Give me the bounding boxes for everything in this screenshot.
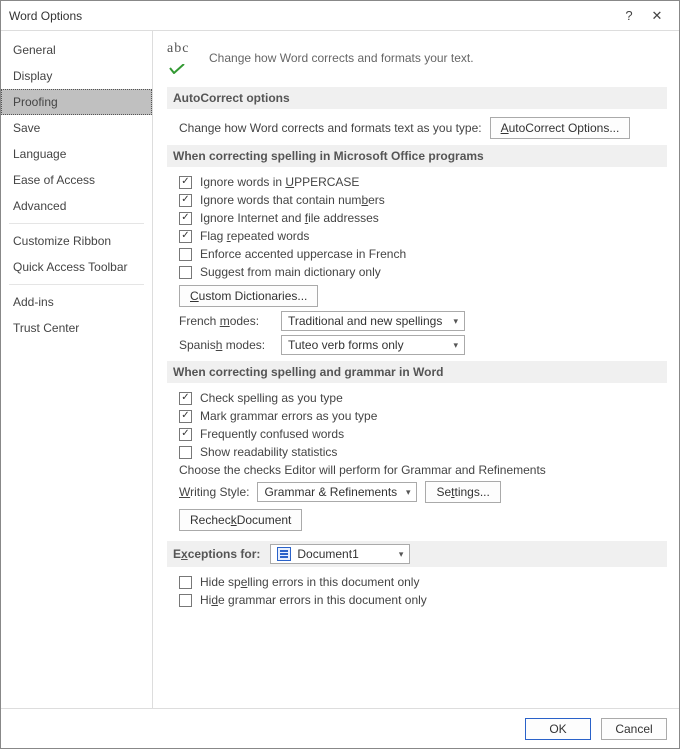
checkmark-icon xyxy=(169,63,185,73)
sidebar-item-customize-ribbon[interactable]: Customize Ribbon xyxy=(1,228,152,254)
office-opt-4-label[interactable]: Enforce accented uppercase in French xyxy=(200,247,406,261)
chevron-down-icon: ▾ xyxy=(406,487,411,498)
office-opt-1-row: Ignore words that contain numbers xyxy=(179,193,667,207)
exceptions-dropdown[interactable]: Document1 ▾ xyxy=(270,544,410,564)
exception-opt-1-label[interactable]: Hide grammar errors in this document onl… xyxy=(200,593,427,607)
spanish-modes-dropdown[interactable]: Tuteo verb forms only ▾ xyxy=(281,335,465,355)
office-opt-1-label[interactable]: Ignore words that contain numbers xyxy=(200,193,385,207)
chevron-down-icon: ▾ xyxy=(453,340,458,351)
content-pane: abc Change how Word corrects and formats… xyxy=(153,31,679,709)
sidebar-item-general[interactable]: General xyxy=(1,37,152,63)
chevron-down-icon: ▾ xyxy=(453,316,458,327)
intro-row: abc Change how Word corrects and formats… xyxy=(167,43,667,73)
word-opt-3-row: Show readability statistics xyxy=(179,445,667,459)
exception-opt-0-label[interactable]: Hide spelling errors in this document on… xyxy=(200,575,419,589)
ok-button[interactable]: OK xyxy=(525,718,591,740)
word-opt-1-checkbox[interactable] xyxy=(179,410,192,423)
sidebar-item-save[interactable]: Save xyxy=(1,115,152,141)
abc-text: abc xyxy=(167,41,189,57)
section-spelling-office: When correcting spelling in Microsoft Of… xyxy=(167,145,667,167)
intro-text: Change how Word corrects and formats you… xyxy=(209,51,474,65)
french-modes-label: French modes: xyxy=(179,314,273,328)
settings-button[interactable]: Settings... xyxy=(425,481,500,503)
office-opt-0-checkbox[interactable] xyxy=(179,176,192,189)
spanish-modes-label: Spanish modes: xyxy=(179,338,273,352)
office-opt-3-row: Flag repeated words xyxy=(179,229,667,243)
sidebar-item-trust-center[interactable]: Trust Center xyxy=(1,315,152,341)
section-autocorrect: AutoCorrect options xyxy=(167,87,667,109)
sidebar-item-proofing[interactable]: Proofing xyxy=(1,89,152,115)
sidebar-item-display[interactable]: Display xyxy=(1,63,152,89)
autocorrect-options-button[interactable]: AutoCorrect Options... xyxy=(490,117,631,139)
autocorrect-label: Change how Word corrects and formats tex… xyxy=(179,121,482,135)
exception-opt-0-checkbox[interactable] xyxy=(179,576,192,589)
word-opt-3-label[interactable]: Show readability statistics xyxy=(200,445,337,459)
chevron-down-icon: ▾ xyxy=(399,549,404,560)
exceptions-label: Exceptions for: xyxy=(173,547,260,561)
office-opt-5-checkbox[interactable] xyxy=(179,266,192,279)
proofing-icon: abc xyxy=(167,43,197,73)
word-opt-2-row: Frequently confused words xyxy=(179,427,667,441)
office-opt-4-row: Enforce accented uppercase in French xyxy=(179,247,667,261)
section-spelling-word: When correcting spelling and grammar in … xyxy=(167,361,667,383)
office-opt-0-row: Ignore words in UPPERCASE xyxy=(179,175,667,189)
sidebar-separator xyxy=(9,284,144,285)
sidebar: General Display Proofing Save Language E… xyxy=(1,31,153,709)
office-opt-2-checkbox[interactable] xyxy=(179,212,192,225)
word-opt-1-row: Mark grammar errors as you type xyxy=(179,409,667,423)
office-opt-3-checkbox[interactable] xyxy=(179,230,192,243)
office-opt-2-row: Ignore Internet and file addresses xyxy=(179,211,667,225)
office-opt-5-label[interactable]: Suggest from main dictionary only xyxy=(200,265,381,279)
word-opt-2-label[interactable]: Frequently confused words xyxy=(200,427,344,441)
writing-style-dropdown[interactable]: Grammar & Refinements ▾ xyxy=(257,482,417,502)
french-modes-dropdown[interactable]: Traditional and new spellings ▾ xyxy=(281,311,465,331)
main-area: General Display Proofing Save Language E… xyxy=(1,31,679,709)
close-icon[interactable]: ✕ xyxy=(643,8,671,24)
help-icon[interactable]: ? xyxy=(615,8,643,23)
sidebar-item-quick-access-toolbar[interactable]: Quick Access Toolbar xyxy=(1,254,152,280)
word-opt-0-label[interactable]: Check spelling as you type xyxy=(200,391,343,405)
office-opt-0-label[interactable]: Ignore words in UPPERCASE xyxy=(200,175,359,189)
document-icon xyxy=(277,547,291,561)
office-opt-5-row: Suggest from main dictionary only xyxy=(179,265,667,279)
exception-opt-1-checkbox[interactable] xyxy=(179,594,192,607)
sidebar-item-ease-of-access[interactable]: Ease of Access xyxy=(1,167,152,193)
window-title: Word Options xyxy=(9,9,615,23)
exception-opt-1-row: Hide grammar errors in this document onl… xyxy=(179,593,667,607)
footer: OK Cancel xyxy=(1,708,679,748)
office-opt-3-label[interactable]: Flag repeated words xyxy=(200,229,309,243)
exception-opt-0-row: Hide spelling errors in this document on… xyxy=(179,575,667,589)
recheck-document-button[interactable]: Recheck Document xyxy=(179,509,302,531)
sidebar-separator xyxy=(9,223,144,224)
office-opt-4-checkbox[interactable] xyxy=(179,248,192,261)
word-opt-2-checkbox[interactable] xyxy=(179,428,192,441)
section-exceptions: Exceptions for: Document1 ▾ xyxy=(167,541,667,567)
custom-dictionaries-button[interactable]: Custom Dictionaries... xyxy=(179,285,318,307)
sidebar-item-advanced[interactable]: Advanced xyxy=(1,193,152,219)
title-bar: Word Options ? ✕ xyxy=(1,1,679,31)
writing-style-label: Writing Style: xyxy=(179,485,249,499)
office-opt-2-label[interactable]: Ignore Internet and file addresses xyxy=(200,211,379,225)
word-opt-0-checkbox[interactable] xyxy=(179,392,192,405)
word-opt-3-checkbox[interactable] xyxy=(179,446,192,459)
sidebar-item-language[interactable]: Language xyxy=(1,141,152,167)
cancel-button[interactable]: Cancel xyxy=(601,718,667,740)
word-opt-1-label[interactable]: Mark grammar errors as you type xyxy=(200,409,377,423)
sidebar-item-add-ins[interactable]: Add-ins xyxy=(1,289,152,315)
word-opt-0-row: Check spelling as you type xyxy=(179,391,667,405)
choose-checks-label: Choose the checks Editor will perform fo… xyxy=(179,463,667,477)
autocorrect-row: Change how Word corrects and formats tex… xyxy=(179,117,667,139)
office-opt-1-checkbox[interactable] xyxy=(179,194,192,207)
